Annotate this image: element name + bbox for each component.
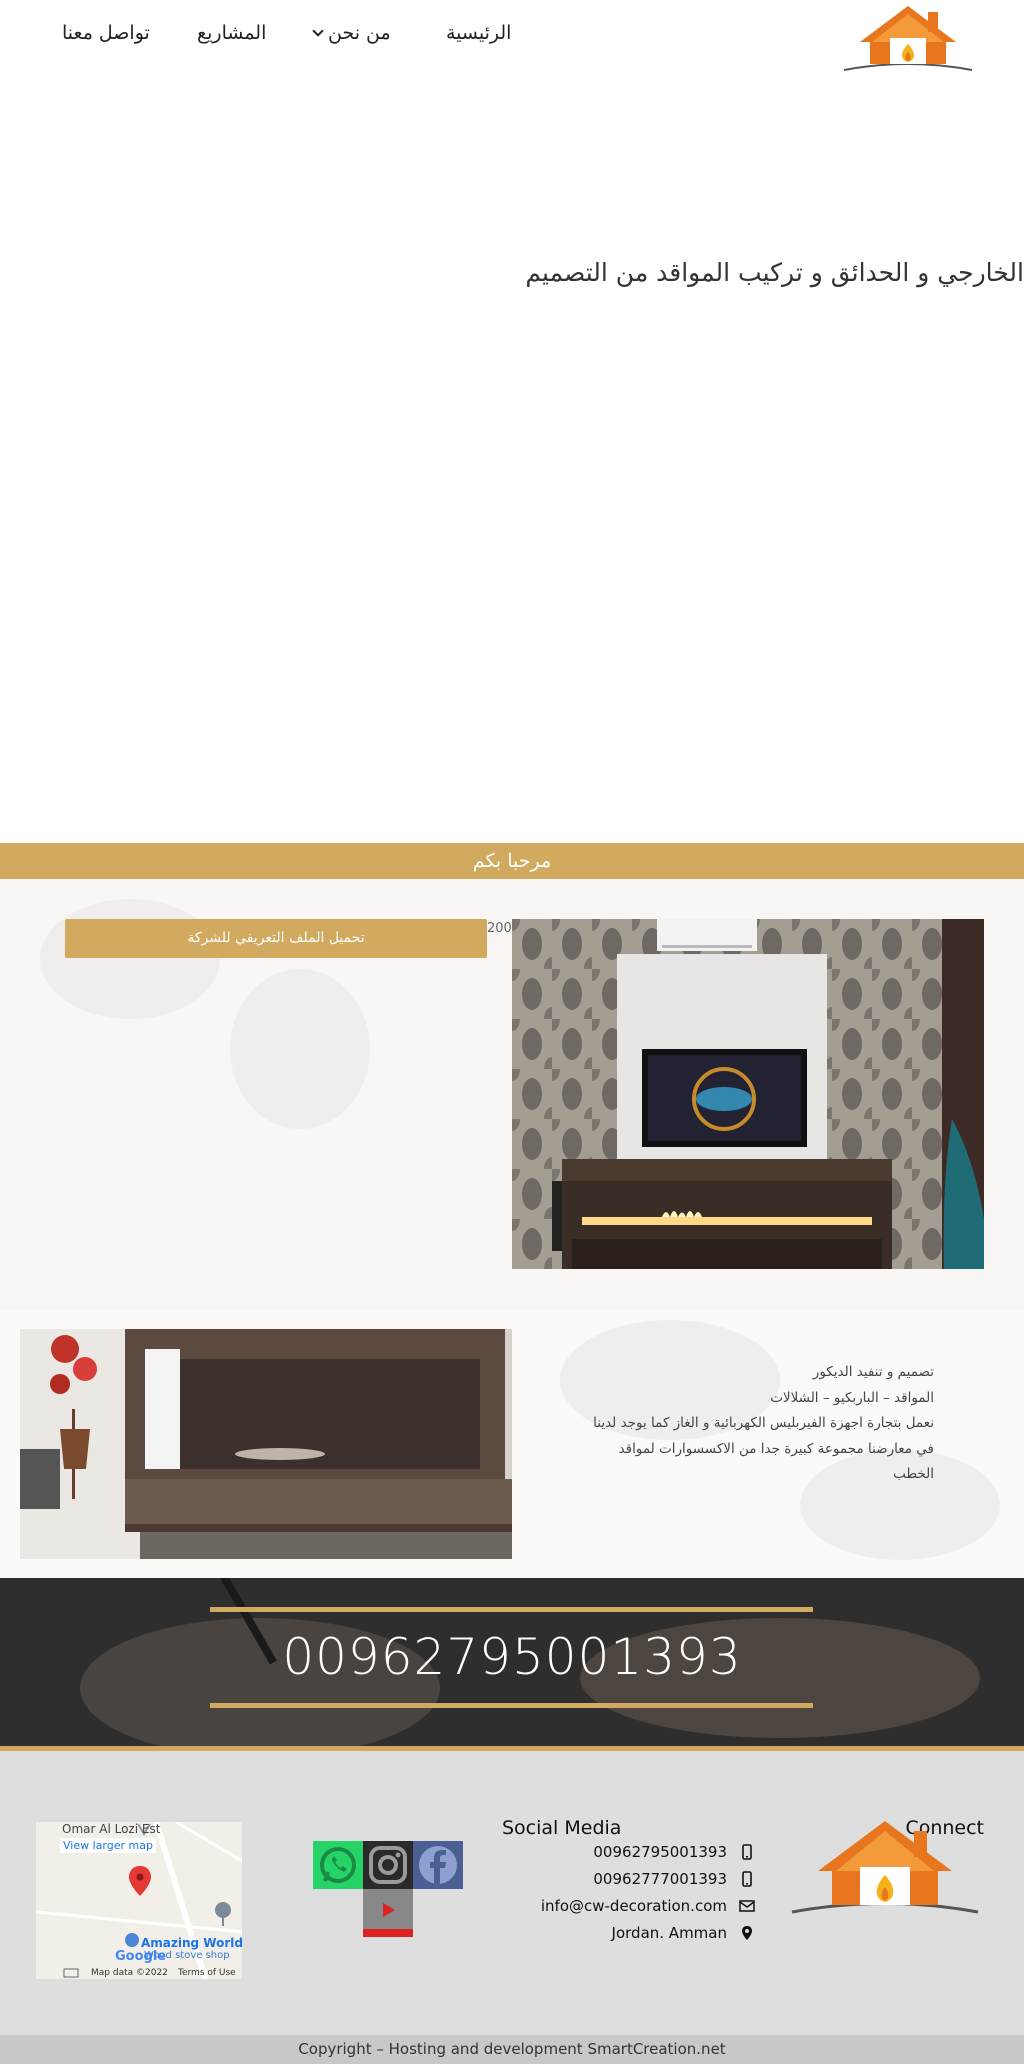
map-pin-icon — [742, 1926, 752, 1940]
map-place-label: Omar Al Lozi Est — [62, 1822, 161, 1836]
contact-email-text: info@cw-decoration.com — [540, 1897, 727, 1915]
contact-location: Jordan. Amman — [540, 1923, 755, 1945]
mobile-icon — [742, 1844, 752, 1860]
welcome-text: مرحبا بكم — [472, 850, 552, 872]
contact-phone-1-text: 00962795001393 — [593, 1843, 727, 1861]
social-media-title: Social Media — [502, 1817, 622, 1839]
chevron-down-icon — [312, 25, 324, 37]
services-description: تصميم و تنفيد الديكور المواقد – الباربكي… — [554, 1360, 934, 1488]
services-line: نعمل بتجارة اجهزة الفيربليس الكهربائية و… — [593, 1415, 934, 1431]
services-section: تصميم و تنفيد الديكور المواقد – الباربكي… — [0, 1310, 1024, 1578]
whatsapp-icon[interactable] — [313, 1841, 363, 1889]
nav-about-label: من نحن — [328, 22, 391, 44]
services-line: في معارضنا مجموعة كبيرة جدا من الاكسسوار… — [618, 1440, 934, 1457]
world-map-decoration — [230, 969, 370, 1129]
services-line: المواقد – الباربكيو – الشلالات — [770, 1389, 934, 1406]
world-map-decoration — [40, 899, 220, 1019]
services-line: الخطب — [893, 1466, 934, 1482]
fireplace-photo-corner — [20, 1329, 512, 1559]
google-logo: Google — [115, 1949, 167, 1964]
map-data-credit: Map data ©2022 — [91, 1968, 168, 1978]
facebook-icon[interactable] — [413, 1841, 463, 1889]
gold-divider-bottom — [210, 1703, 813, 1708]
copyright-text: Copyright – Hosting and development Smar… — [298, 2040, 726, 2058]
phone-banner: 00962795001393 — [0, 1578, 1024, 1746]
contact-phone-2-text: 00962777001393 — [593, 1870, 727, 1888]
house-flame-logo[interactable] — [840, 2, 976, 74]
envelope-icon — [739, 1900, 755, 1912]
map-business-label[interactable]: Amazing World — [141, 1936, 242, 1950]
nav-projects[interactable]: المشاريع — [197, 22, 266, 44]
services-line: تصميم و تنفيد الديكور — [812, 1364, 934, 1380]
download-profile-button[interactable]: تحميل الملف التعريفي للشركة — [65, 919, 487, 958]
banner-phone[interactable]: 00962795001393 — [0, 1628, 1024, 1686]
view-larger-map-link[interactable]: View larger map — [60, 1838, 156, 1853]
contact-location-text: Jordan. Amman — [611, 1924, 727, 1942]
map-terms-link[interactable]: Terms of Use — [178, 1968, 236, 1978]
about-section: تحميل الملف التعريفي للشركة 2007 — [0, 879, 1024, 1310]
nav-contact[interactable]: تواصل معنا — [62, 22, 150, 44]
contact-email[interactable]: info@cw-decoration.com — [540, 1896, 755, 1918]
google-map-embed[interactable]: Omar Al Lozi Est View larger map Amazing… — [35, 1821, 243, 1980]
contact-phone-2[interactable]: 00962777001393 — [540, 1869, 755, 1891]
youtube-icon[interactable] — [363, 1889, 413, 1937]
contact-phone-1[interactable]: 00962795001393 — [540, 1842, 755, 1864]
house-flame-logo[interactable] — [790, 1817, 980, 1917]
site-footer: Connect Social Media 00962795001393 0096… — [0, 1751, 1024, 2035]
copyright-bar: Copyright – Hosting and development Smar… — [0, 2035, 1024, 2064]
instagram-icon[interactable] — [363, 1841, 413, 1889]
welcome-bar: مرحبا بكم — [0, 843, 1024, 879]
gold-divider-top — [210, 1607, 813, 1612]
nav-about[interactable]: من نحن — [312, 22, 391, 44]
hero-title: الخارجي و الحدائق و تركيب المواقد من الت… — [525, 258, 1024, 287]
nav-home[interactable]: الرئيسية — [446, 22, 511, 44]
mobile-icon — [742, 1871, 752, 1887]
fireplace-photo-tv — [512, 919, 984, 1269]
site-header: الرئيسية من نحن المشاريع تواصل معنا — [0, 0, 1024, 80]
